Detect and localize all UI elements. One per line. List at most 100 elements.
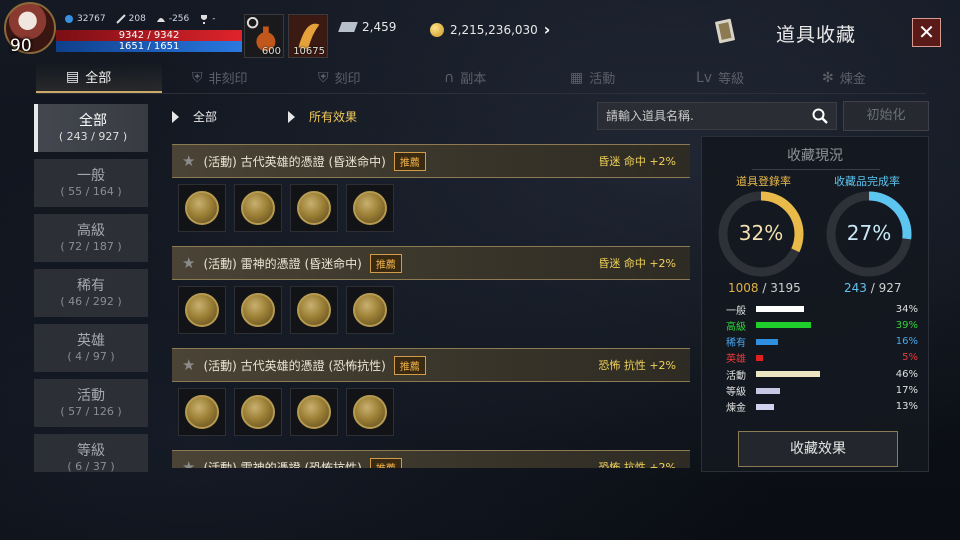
item-slot[interactable]	[178, 184, 226, 232]
power-value: 32767	[77, 14, 106, 24]
grade-percent: 39%	[895, 319, 918, 331]
item-slot[interactable]	[178, 388, 226, 436]
completion-count-value: 243	[844, 281, 867, 295]
category-advanced[interactable]: 高級 ( 72 / 187 )	[34, 214, 148, 262]
quick-slot-potion[interactable]: 600	[244, 14, 284, 58]
item-slot[interactable]	[346, 184, 394, 232]
item-slot[interactable]	[234, 184, 282, 232]
item-slot[interactable]	[290, 184, 338, 232]
tab-label: 活動	[589, 72, 616, 87]
tab-alchemy[interactable]: ✻ 煉金	[792, 62, 918, 93]
grade-row: 活動 46%	[726, 367, 918, 382]
category-all[interactable]: 全部 ( 243 / 927 )	[34, 104, 148, 152]
coin-icon	[353, 395, 387, 429]
tab-label: 煉金	[839, 72, 866, 87]
item-slot[interactable]	[178, 286, 226, 334]
grade-bar	[756, 387, 826, 394]
item-slot[interactable]	[290, 388, 338, 436]
entry-effect: 昏迷 命中 +2%	[598, 257, 676, 270]
search-icon[interactable]	[812, 108, 828, 124]
collection-entry[interactable]: ★ (活動) 雷神的憑證 (昏迷命中) 推薦 昏迷 命中 +2%	[172, 246, 690, 334]
player-level: 90	[10, 36, 32, 56]
category-name: 稀有	[77, 278, 105, 294]
search-input[interactable]: 請輸入道具名稱.	[597, 102, 837, 130]
tab-dungeon[interactable]: ∩ 副本	[414, 62, 540, 93]
entry-effect: 昏迷 命中 +2%	[598, 155, 676, 168]
category-name: 英雄	[77, 333, 105, 349]
close-button[interactable]: ✕	[912, 18, 941, 47]
collection-status-panel: 收藏現況 道具登錄率 收藏品完成率 32% 27% 1008 / 3195 24…	[701, 136, 929, 472]
tab-all[interactable]: ▤ 全部	[36, 62, 162, 93]
grade-percent: 16%	[895, 336, 918, 348]
quick-slot-horn[interactable]: 10675	[288, 14, 328, 58]
entry-title: (活動) 雷神的憑證 (昏迷命中)	[203, 256, 362, 271]
search-placeholder: 請輸入道具名稱.	[606, 109, 694, 123]
item-slot[interactable]	[234, 286, 282, 334]
item-slot[interactable]	[290, 286, 338, 334]
reset-button[interactable]: 初始化	[843, 101, 929, 131]
grade-row: 一般 34%	[726, 302, 918, 317]
grade-percent: 5%	[902, 352, 918, 364]
coin-icon	[185, 191, 219, 225]
grade-row: 稀有 16%	[726, 335, 918, 349]
shield-icon: ⛨	[318, 69, 329, 86]
tab-level[interactable]: Lv 等級	[666, 62, 792, 93]
sword-icon	[115, 14, 126, 24]
recommend-badge: 推薦	[393, 355, 426, 375]
tab-bar: ▤ 全部 ⛨ 非刻印 ⛨ 刻印 ∩ 副本 ▦ 活動 Lv 等級 ✻ 煉金	[36, 62, 926, 94]
star-icon[interactable]: ★	[182, 152, 195, 170]
scope-filter[interactable]: 全部	[172, 108, 217, 125]
chevron-right-icon[interactable]: ›	[544, 20, 551, 39]
tab-engraved[interactable]: ⛨ 刻印	[288, 62, 414, 93]
grade-row: 英雄 5%	[726, 351, 918, 365]
entry-header[interactable]: ★ (活動) 雷神的憑證 (昏迷命中) 推薦 昏迷 命中 +2%	[172, 246, 690, 280]
coin-icon	[297, 293, 331, 327]
registration-percent: 32%	[738, 221, 784, 245]
grade-bar	[756, 371, 826, 378]
category-event[interactable]: 活動 ( 57 / 126 )	[34, 379, 148, 427]
category-name: 等級	[77, 443, 105, 459]
entry-header[interactable]: ★ (活動) 古代英雄的憑證 (昏迷命中) 推薦 昏迷 命中 +2%	[172, 144, 690, 178]
category-normal[interactable]: 一般 ( 55 / 164 )	[34, 159, 148, 207]
power-icon	[65, 15, 73, 23]
category-rare[interactable]: 稀有 ( 46 / 292 )	[34, 269, 148, 317]
tab-event[interactable]: ▦ 活動	[540, 62, 666, 93]
coin-icon	[241, 191, 275, 225]
item-slot[interactable]	[346, 388, 394, 436]
collection-entry[interactable]: ★ (活動) 古代英雄的憑證 (恐怖抗性) 推薦 恐怖 抗性 +2%	[172, 348, 690, 436]
registration-count: 1008 / 3195	[728, 281, 801, 295]
category-level[interactable]: 等級 ( 6 / 37 )	[34, 434, 148, 472]
entry-effect: 恐怖 抗性 +2%	[598, 359, 676, 372]
grade-name: 高級	[726, 321, 746, 333]
tab-label: 刻印	[334, 72, 361, 87]
registration-rate-label: 道具登錄率	[736, 175, 791, 188]
helmet-icon: ∩	[444, 69, 455, 86]
category-name: 一般	[77, 168, 105, 184]
effect-filter[interactable]: 所有效果	[288, 108, 357, 125]
category-hero[interactable]: 英雄 ( 4 / 97 )	[34, 324, 148, 372]
star-icon[interactable]: ★	[182, 458, 195, 468]
entry-header[interactable]: ★ (活動) 雷神的憑證 (恐怖抗性) 推薦 恐怖 抗性 +2%	[172, 450, 690, 468]
item-slot[interactable]	[234, 388, 282, 436]
category-count: ( 46 / 292 )	[60, 295, 122, 308]
collection-entry[interactable]: ★ (活動) 古代英雄的憑證 (昏迷命中) 推薦 昏迷 命中 +2%	[172, 144, 690, 232]
entry-effect: 恐怖 抗性 +2%	[598, 461, 676, 468]
play-arrow-icon	[288, 110, 295, 123]
item-slot[interactable]	[346, 286, 394, 334]
collection-list[interactable]: ★ (活動) 古代英雄的憑證 (昏迷命中) 推薦 昏迷 命中 +2% ★ (活動…	[172, 144, 690, 468]
collection-entry[interactable]: ★ (活動) 雷神的憑證 (恐怖抗性) 推薦 恐怖 抗性 +2%	[172, 450, 690, 468]
grade-bar-fill	[756, 322, 811, 329]
gold-currency[interactable]: 2,215,236,030 ›	[430, 20, 550, 39]
category-count: ( 55 / 164 )	[60, 185, 122, 198]
grade-bar-fill	[756, 387, 780, 394]
entry-header[interactable]: ★ (活動) 古代英雄的憑證 (恐怖抗性) 推薦 恐怖 抗性 +2%	[172, 348, 690, 382]
category-name: 高級	[77, 223, 105, 239]
star-icon[interactable]: ★	[182, 254, 195, 272]
tab-non-engraved[interactable]: ⛨ 非刻印	[162, 62, 288, 93]
collection-effect-button[interactable]: 收藏效果	[738, 431, 898, 467]
player-avatar[interactable]: 90	[4, 2, 60, 58]
gem-icon	[338, 22, 358, 32]
star-icon[interactable]: ★	[182, 356, 195, 374]
recommend-badge: 推薦	[369, 253, 402, 273]
recommend-badge: 推薦	[393, 151, 426, 171]
